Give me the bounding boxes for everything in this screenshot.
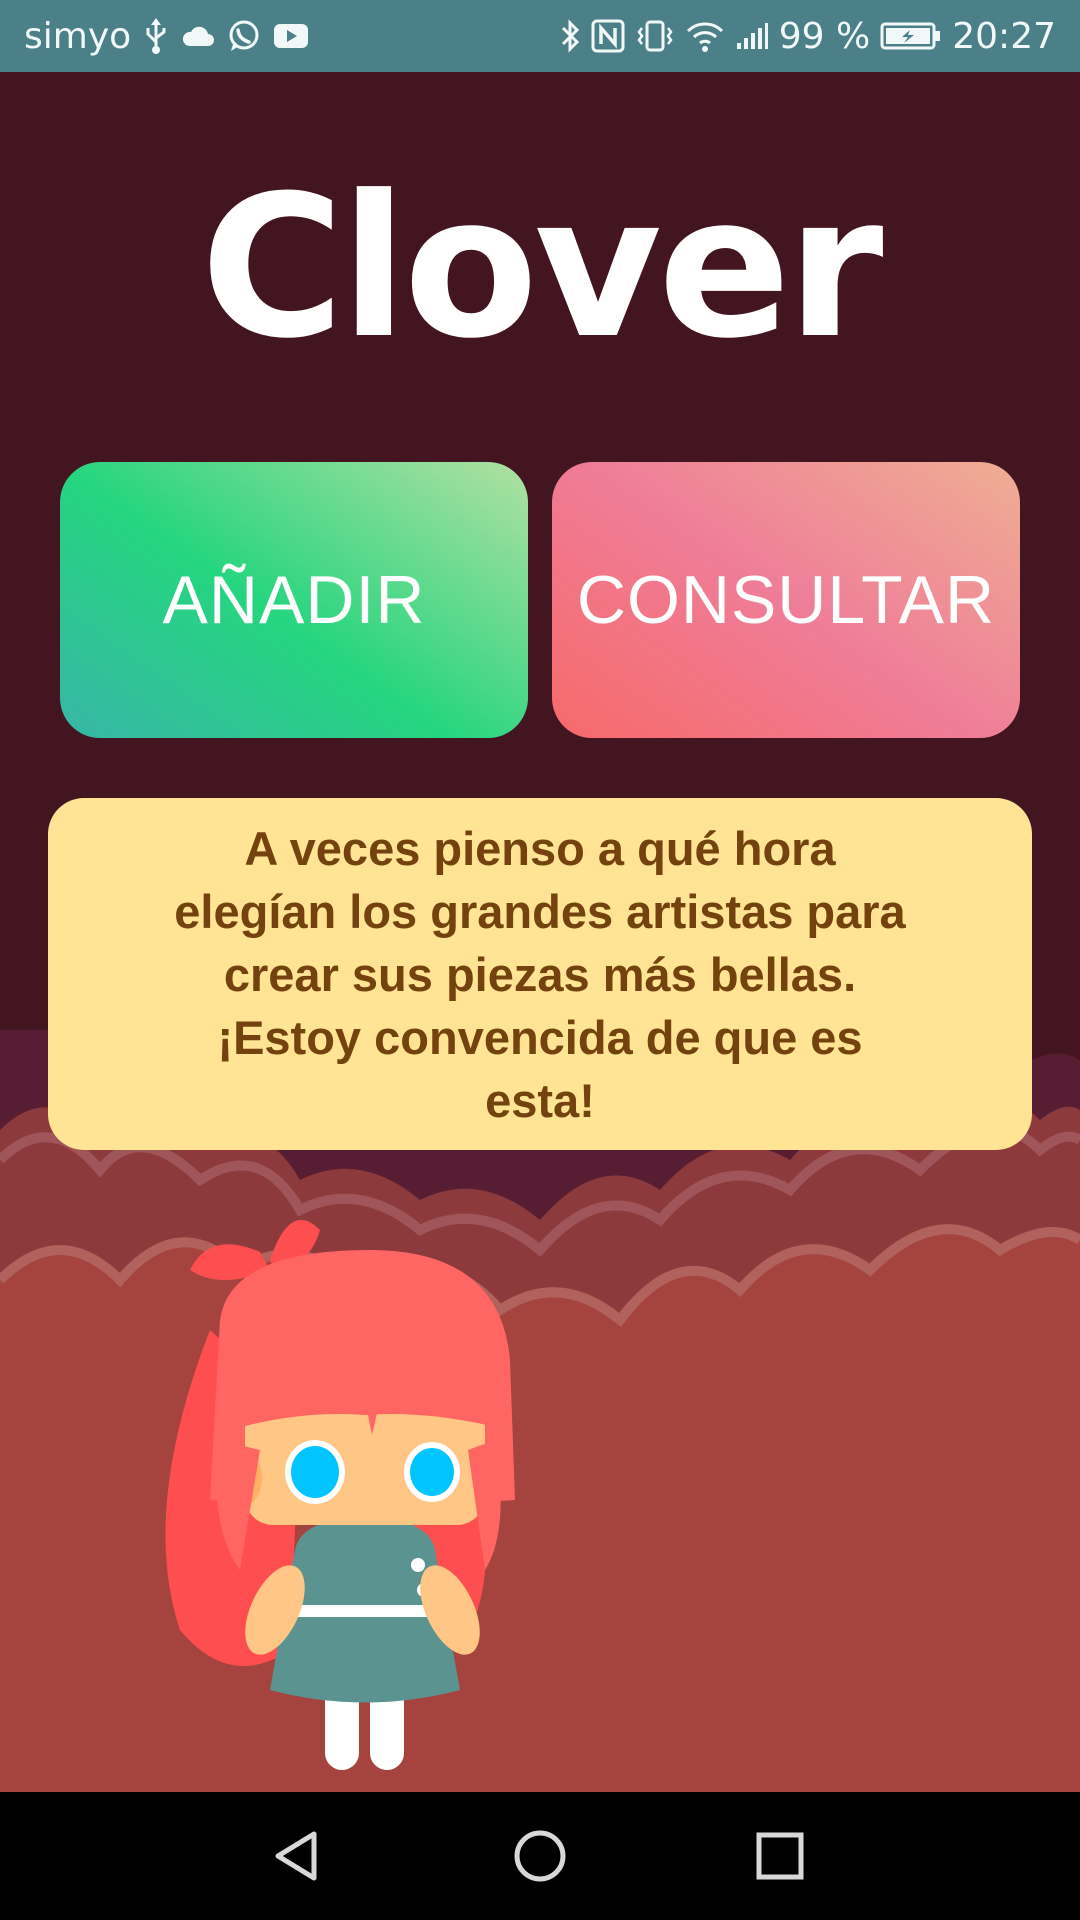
youtube-icon (273, 22, 309, 50)
back-icon (275, 1831, 317, 1881)
usb-icon (143, 16, 169, 56)
girl-character-illustration (165, 1220, 515, 1770)
battery-charging-icon (880, 21, 942, 51)
status-bar: simyo 99 % 20:27 (0, 0, 1080, 72)
bluetooth-icon (559, 18, 581, 54)
add-button[interactable]: AÑADIR (60, 462, 528, 738)
home-button[interactable] (500, 1816, 580, 1896)
whatsapp-icon (227, 19, 261, 53)
app-screen: simyo 99 % 20:27 Clover AÑADIR CONSULTAR… (0, 0, 1080, 1920)
wifi-icon (685, 19, 725, 53)
battery-percent: 99 % (778, 15, 871, 57)
status-bar-right: 99 % 20:27 (559, 16, 1056, 57)
back-button[interactable] (258, 1816, 338, 1896)
consult-button[interactable]: CONSULTAR (552, 462, 1020, 738)
quote-card: A veces pienso a qué hora elegían los gr… (48, 798, 1032, 1150)
navigation-bar (0, 1792, 1080, 1920)
vibrate-icon (635, 19, 675, 53)
add-button-label: AÑADIR (162, 562, 426, 638)
status-bar-left: simyo (24, 16, 309, 57)
clock: 20:27 (952, 15, 1056, 57)
recents-icon (756, 1832, 804, 1880)
home-icon (514, 1830, 566, 1882)
quote-text: A veces pienso a qué hora elegían los gr… (174, 821, 906, 1127)
consult-button-label: CONSULTAR (576, 562, 996, 638)
signal-icon (735, 21, 769, 51)
recents-button[interactable] (740, 1816, 820, 1896)
cloud-icon (181, 24, 215, 48)
app-title: Clover (200, 154, 883, 382)
carrier-name: simyo (24, 15, 132, 57)
nfc-icon (591, 19, 625, 53)
